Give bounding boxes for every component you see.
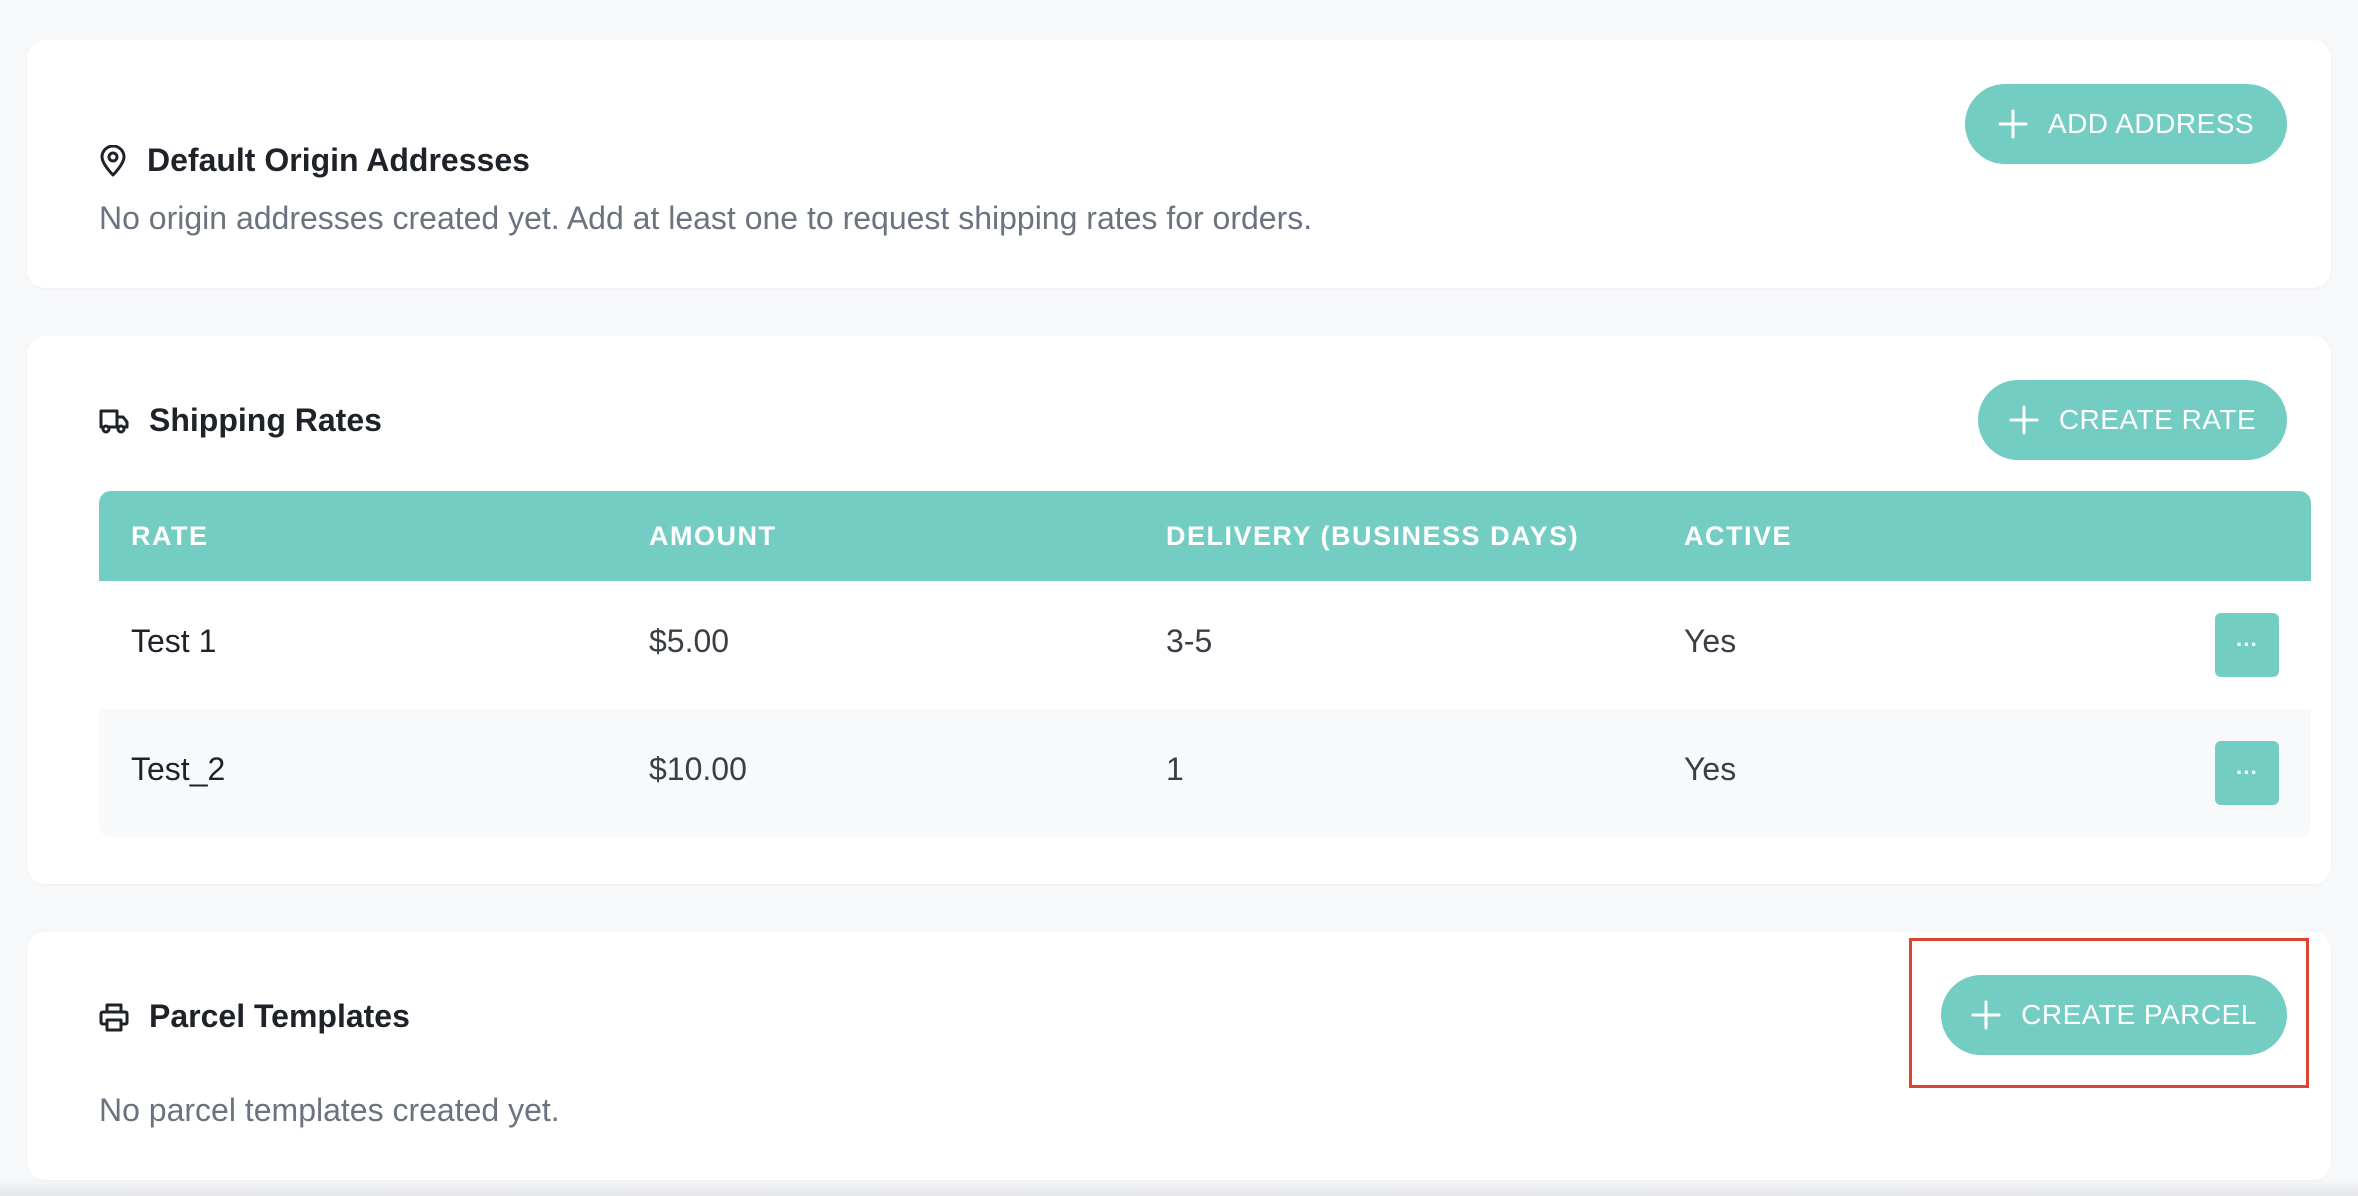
shipping-rates-header: Shipping Rates xyxy=(99,402,382,439)
plus-icon xyxy=(1971,1000,2001,1030)
create-parcel-button[interactable]: CREATE PARCEL xyxy=(1941,975,2287,1055)
delivery-cell: 3-5 xyxy=(1166,623,1213,659)
active-cell: Yes xyxy=(1684,751,1737,787)
row-actions-button[interactable]: ··· xyxy=(2215,613,2279,677)
parcel-empty-message: No parcel templates created yet. xyxy=(99,1092,560,1128)
origin-addresses-card: Default Origin Addresses ADD ADDRESS No … xyxy=(27,40,2331,288)
active-cell: Yes xyxy=(1684,623,1737,659)
shipping-rates-table: RATE AMOUNT DELIVERY (BUSINESS DAYS) ACT… xyxy=(99,491,2311,837)
origin-addresses-title: Default Origin Addresses xyxy=(147,142,530,178)
create-rate-label: CREATE RATE xyxy=(2058,404,2257,435)
origin-addresses-header: Default Origin Addresses xyxy=(99,142,530,179)
column-header-rate[interactable]: RATE xyxy=(131,491,209,581)
table-row[interactable]: Test_2 $10.00 1 Yes ··· xyxy=(99,709,2311,837)
parcel-templates-header: Parcel Templates xyxy=(99,998,410,1035)
printer-icon xyxy=(99,1002,129,1032)
table-row[interactable]: Test 1 $5.00 3-5 Yes ··· xyxy=(99,581,2311,709)
add-address-button[interactable]: ADD ADDRESS xyxy=(1965,84,2287,164)
add-address-label: ADD ADDRESS xyxy=(2047,108,2255,139)
rate-name-cell: Test_2 xyxy=(131,751,226,787)
shipping-rates-title: Shipping Rates xyxy=(149,402,382,438)
amount-cell: $5.00 xyxy=(649,623,730,659)
column-header-delivery[interactable]: DELIVERY (BUSINESS DAYS) xyxy=(1166,491,1579,581)
origin-empty-message: No origin addresses created yet. Add at … xyxy=(99,200,1313,236)
table-header-row: RATE AMOUNT DELIVERY (BUSINESS DAYS) ACT… xyxy=(99,491,2311,581)
plus-icon xyxy=(1998,109,2028,139)
bottom-edge-shadow xyxy=(0,1180,2358,1196)
shipping-rates-card: Shipping Rates CREATE RATE RATE AMOUNT D… xyxy=(27,336,2331,884)
truck-icon xyxy=(99,407,129,435)
rate-name-cell: Test 1 xyxy=(131,623,217,659)
parcel-templates-title: Parcel Templates xyxy=(149,998,410,1034)
amount-cell: $10.00 xyxy=(649,751,747,787)
create-parcel-label: CREATE PARCEL xyxy=(2021,999,2257,1030)
column-header-amount[interactable]: AMOUNT xyxy=(649,491,776,581)
delivery-cell: 1 xyxy=(1166,751,1184,787)
create-rate-button[interactable]: CREATE RATE xyxy=(1978,380,2287,460)
row-actions-button[interactable]: ··· xyxy=(2215,741,2279,805)
column-header-active[interactable]: ACTIVE xyxy=(1684,491,1792,581)
parcel-templates-card: Parcel Templates CREATE PARCEL No parcel… xyxy=(27,932,2331,1180)
map-pin-icon xyxy=(99,144,127,177)
plus-icon xyxy=(2009,405,2039,435)
